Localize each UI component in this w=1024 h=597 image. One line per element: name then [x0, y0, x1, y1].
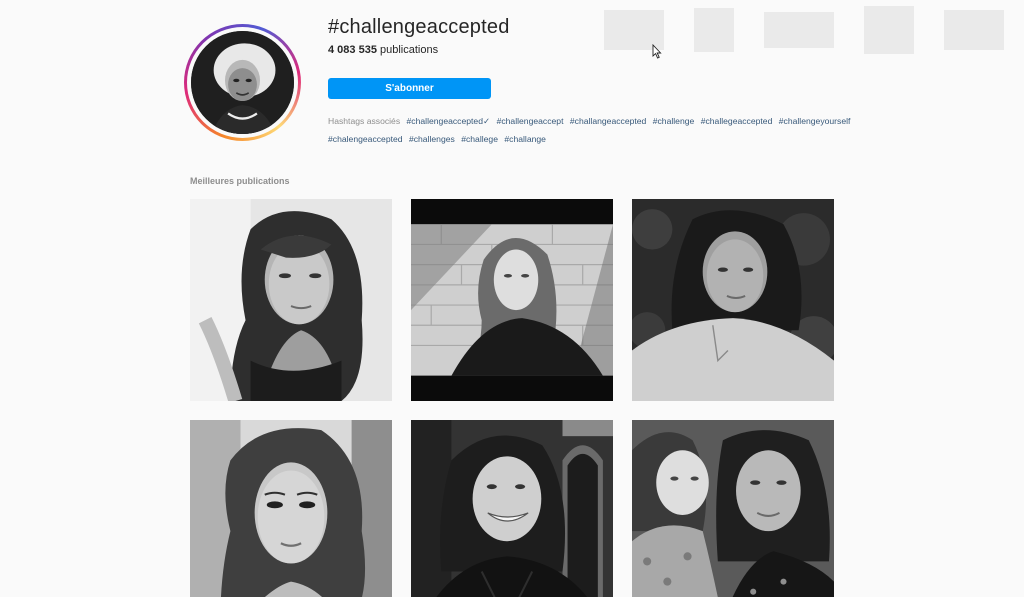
post-photo	[632, 420, 834, 597]
related-tag[interactable]: #challenge	[653, 116, 695, 126]
post-count: 4 083 535 publications	[328, 44, 438, 56]
related-hashtags-label: Hashtags associés	[328, 116, 401, 126]
related-tag[interactable]: #challange	[504, 134, 546, 144]
post-thumbnail[interactable]	[632, 199, 834, 401]
related-tag[interactable]: #challengeaccepted✓	[407, 116, 491, 126]
avatar-photo	[191, 31, 294, 134]
related-hashtags: Hashtags associés #challengeaccepted✓ #c…	[328, 112, 888, 148]
post-thumbnail[interactable]	[190, 199, 392, 401]
post-photo	[190, 420, 392, 597]
top-posts-grid	[190, 199, 834, 597]
hashtag-avatar[interactable]	[184, 24, 301, 141]
follow-button[interactable]: S'abonner	[328, 78, 491, 99]
post-thumbnail[interactable]	[411, 420, 613, 597]
post-thumbnail[interactable]	[190, 420, 392, 597]
post-photo	[632, 199, 834, 401]
related-tag[interactable]: #challangeaccepted	[570, 116, 646, 126]
related-tag[interactable]: #challege	[461, 134, 498, 144]
faded-watermark	[604, 6, 1004, 54]
related-tag[interactable]: #chalengeaccepted	[328, 134, 403, 144]
page-title: #challengeaccepted	[328, 16, 510, 38]
hashtag-page: #challengeaccepted 4 083 535 publication…	[0, 0, 1024, 597]
post-count-value: 4 083 535	[328, 44, 377, 56]
top-posts-heading: Meilleures publications	[190, 176, 290, 186]
related-tag[interactable]: #challenges	[409, 134, 455, 144]
post-count-suffix: publications	[376, 44, 439, 56]
post-photo	[411, 420, 613, 597]
related-tag[interactable]: #challengeyourself	[779, 116, 851, 126]
post-photo	[190, 199, 392, 401]
post-thumbnail[interactable]	[411, 199, 613, 401]
post-photo	[411, 199, 613, 401]
related-tag[interactable]: #challegeaccepted	[701, 116, 773, 126]
arrow-cursor-icon	[652, 44, 662, 59]
related-tag[interactable]: #challengeaccept	[497, 116, 564, 126]
post-thumbnail[interactable]	[632, 420, 834, 597]
